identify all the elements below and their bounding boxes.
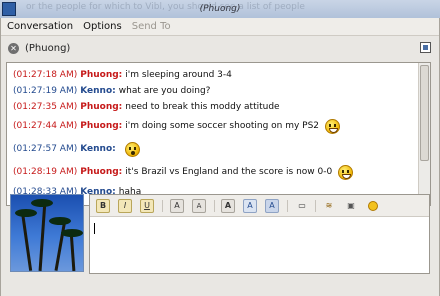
message-timestamp: (01:27:35 AM) <box>13 101 78 112</box>
format-toolbar: B I U A A A A A ▭ ≋ ▣ <box>90 195 429 217</box>
message-timestamp: (01:27:44 AM) <box>13 121 78 131</box>
message-timestamp: (01:27:18 AM) <box>13 69 78 80</box>
app-window-icon[interactable] <box>2 2 16 16</box>
history-scrollbar[interactable] <box>418 63 430 205</box>
message-row: (01:27:44 AM) Phuong: i'm doing some socce… <box>13 115 411 138</box>
foreground-color-icon[interactable]: A <box>243 199 257 213</box>
menubar: Conversation Options Send To <box>1 18 439 36</box>
conversation-tab-label: (Phuong) <box>25 42 71 54</box>
close-tab-icon[interactable]: ✕ <box>8 42 19 54</box>
message-composer: B I U A A A A A ▭ ≋ ▣ <box>89 194 430 274</box>
message-timestamp: (01:27:19 AM) <box>13 85 78 96</box>
message-timestamp: (01:27:57 AM) <box>13 144 78 154</box>
palm-leaves <box>15 209 37 217</box>
palm-trunk <box>20 211 33 271</box>
palm-trunk <box>38 200 47 271</box>
font-larger-icon[interactable]: A <box>170 199 184 213</box>
grin-smiley-icon <box>338 165 354 180</box>
background-color-icon[interactable]: A <box>265 199 279 213</box>
message-text: i'm sleeping around 3-4 <box>125 69 232 80</box>
palm-leaves <box>49 217 71 225</box>
message-text: it's Brazil vs England and the score is … <box>125 167 333 177</box>
toolbar-separator <box>287 200 288 212</box>
message-sender: Phuong: <box>80 101 123 112</box>
message-sender: Kenno: <box>80 85 116 96</box>
message-row: (01:27:35 AM) Phuong: need to break this m… <box>13 99 411 115</box>
message-sender: Kenno: <box>80 144 116 154</box>
message-row: (01:27:18 AM) Phuong: i'm sleeping around … <box>13 67 411 83</box>
message-row: (01:27:19 AM) Kenno: what are you doing? <box>13 83 411 99</box>
font-smaller-icon[interactable]: A <box>192 199 206 213</box>
conversation-tab[interactable]: ✕ (Phuong) <box>1 38 439 58</box>
message-sender: Phuong: <box>80 121 123 131</box>
menu-send-to[interactable]: Send To <box>132 21 171 32</box>
shocked-smiley-icon <box>124 142 140 157</box>
message-text: what are you doing? <box>118 85 211 96</box>
message-row: (01:27:57 AM) Kenno: <box>13 138 411 161</box>
toolbar-separator <box>214 200 215 212</box>
message-list: (01:27:18 AM) Phuong: i'm sleeping around … <box>13 67 411 200</box>
window-titlebar[interactable]: (Phuong) <box>0 0 440 18</box>
buddy-icon-image[interactable] <box>10 194 84 272</box>
palm-trunk <box>54 219 67 271</box>
palm-leaves <box>61 229 83 237</box>
window-title: (Phuong) <box>199 4 241 14</box>
underline-icon[interactable]: U <box>140 199 154 213</box>
message-sender: Phuong: <box>80 69 123 80</box>
font-face-icon[interactable]: A <box>221 199 235 213</box>
menu-options[interactable]: Options <box>83 21 122 32</box>
insert-smiley-icon[interactable] <box>366 199 380 213</box>
grin-smiley-icon <box>325 119 341 134</box>
text-caret <box>94 223 95 234</box>
message-text: i'm doing some soccer shooting on my PS2 <box>125 121 320 131</box>
smiley-glyph <box>368 201 378 211</box>
toolbar-separator <box>162 200 163 212</box>
insert-image-icon[interactable]: ▣ <box>344 199 358 213</box>
message-input[interactable] <box>92 219 427 271</box>
message-row: (01:28:19 AM) Phuong: it's Brazil vs Engla… <box>13 161 411 184</box>
palm-leaves <box>31 199 53 207</box>
italic-icon[interactable]: I <box>118 199 132 213</box>
message-timestamp: (01:28:19 AM) <box>13 167 78 177</box>
insert-link-icon[interactable]: ≋ <box>322 199 336 213</box>
menu-conversation[interactable]: Conversation <box>7 21 73 32</box>
message-sender: Phuong: <box>80 167 123 177</box>
chat-history[interactable]: (01:27:18 AM) Phuong: i'm sleeping around … <box>6 62 431 206</box>
tab-menu-icon[interactable] <box>420 42 431 53</box>
bold-icon[interactable]: B <box>96 199 110 213</box>
scrollbar-thumb[interactable] <box>420 65 429 161</box>
toolbar-separator <box>315 200 316 212</box>
reset-format-icon[interactable]: ▭ <box>295 199 309 213</box>
message-text: need to break this moddy attitude <box>125 101 280 112</box>
